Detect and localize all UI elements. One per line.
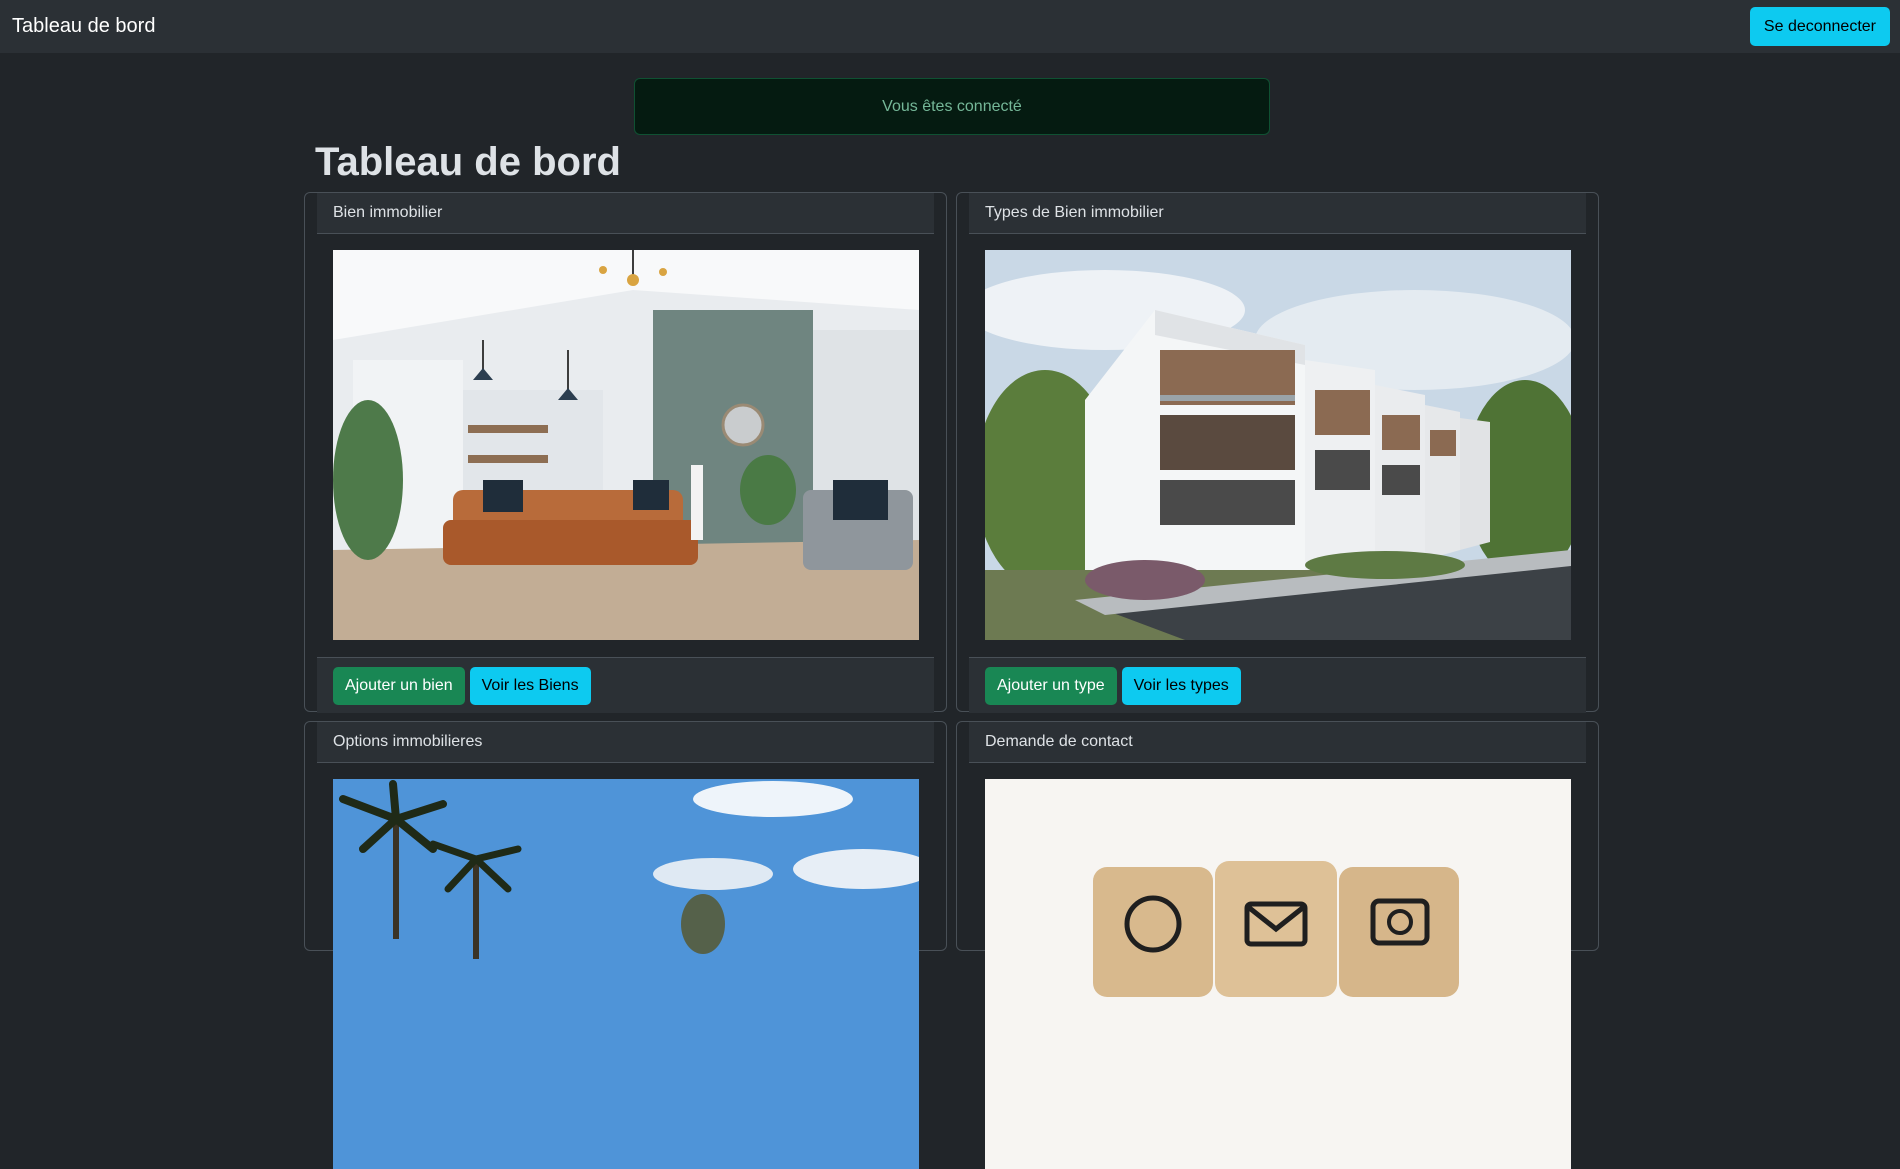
alert-message: Vous êtes connecté bbox=[882, 97, 1022, 115]
card-biens: Bien immobilier Ajouter un bien Voir les… bbox=[304, 192, 947, 713]
card-title: Bien immobilier bbox=[333, 204, 443, 221]
card-footer: Ajouter un type Voir les types bbox=[969, 657, 1586, 713]
view-biens-button[interactable]: Voir les Biens bbox=[469, 666, 591, 705]
add-bien-button[interactable]: Ajouter un bien bbox=[333, 666, 465, 705]
contact-cubes-image bbox=[985, 779, 1571, 1169]
card-header: Bien immobilier bbox=[317, 193, 934, 234]
card-options: Options immobilieres bbox=[304, 721, 947, 1169]
card-header: Demande de contact bbox=[969, 722, 1586, 763]
card-title: Options immobilieres bbox=[333, 733, 483, 750]
card-header: Options immobilieres bbox=[317, 722, 934, 763]
living-room-image bbox=[333, 250, 919, 640]
card-title: Types de Bien immobilier bbox=[985, 204, 1164, 221]
navbar: Tableau de bord Se deconnecter bbox=[0, 0, 1900, 53]
logout-button[interactable]: Se deconnecter bbox=[1749, 7, 1890, 46]
add-type-button[interactable]: Ajouter un type bbox=[985, 666, 1117, 705]
card-types: Types de Bien immobilier Ajouter un type… bbox=[956, 192, 1599, 713]
palm-trees-image bbox=[333, 779, 919, 1169]
view-types-button[interactable]: Voir les types bbox=[1121, 666, 1241, 705]
navbar-brand[interactable]: Tableau de bord bbox=[12, 15, 155, 38]
card-footer: Ajouter un bien Voir les Biens bbox=[317, 657, 934, 713]
card-contact: Demande de contact bbox=[956, 721, 1599, 1169]
card-title: Demande de contact bbox=[985, 733, 1133, 750]
login-success-alert: Vous êtes connecté bbox=[634, 78, 1270, 135]
building-image bbox=[985, 250, 1571, 640]
card-header: Types de Bien immobilier bbox=[969, 193, 1586, 234]
page-title: Tableau de bord bbox=[315, 140, 621, 184]
